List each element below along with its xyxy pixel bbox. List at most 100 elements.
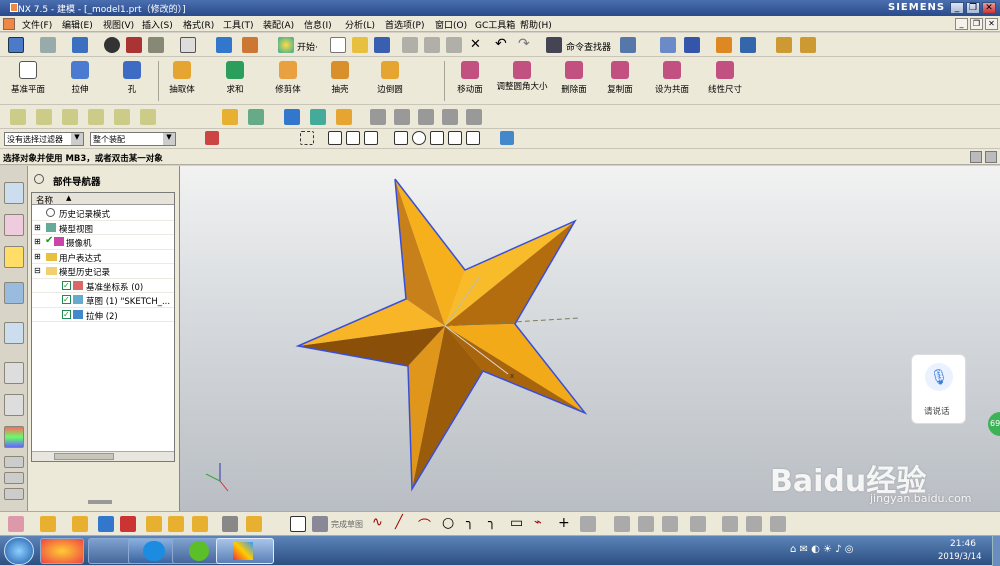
show-desktop-button[interactable] [992, 536, 1000, 566]
menu-assembly[interactable]: 装配(A) [263, 18, 294, 31]
corner-icon[interactable] [662, 516, 678, 532]
trim-body-button[interactable]: 修剪体 [268, 59, 308, 103]
minimize-button[interactable]: _ [950, 2, 964, 14]
sketch-icon[interactable] [290, 516, 306, 532]
shaded-icon[interactable] [148, 37, 164, 53]
rectangle-icon[interactable]: ▭ [510, 515, 523, 531]
copy-face-button[interactable]: 复制面 [600, 59, 640, 103]
dimension-icon[interactable] [722, 516, 738, 532]
open-folder-icon[interactable] [352, 37, 368, 53]
assembly-icon[interactable] [660, 37, 676, 53]
snap-curve-icon[interactable] [466, 131, 480, 145]
paste-icon[interactable] [446, 37, 462, 53]
line-icon[interactable]: ╱ [395, 515, 403, 530]
taskbar-app-icon[interactable] [40, 538, 84, 564]
resource-scroll[interactable] [4, 472, 24, 484]
clock-date[interactable]: 2019/3/14 [938, 552, 982, 562]
cue-toggle-icon[interactable] [970, 151, 982, 163]
menu-file[interactable]: 文件(F) [22, 18, 52, 31]
assembly-navigator-tab[interactable] [4, 182, 24, 204]
snap-point-icon[interactable] [205, 131, 219, 145]
snap-intersect-icon[interactable] [394, 131, 408, 145]
snap-quadrant-icon[interactable] [430, 131, 444, 145]
menu-icon[interactable] [8, 37, 24, 53]
start-icon[interactable] [278, 37, 294, 53]
tree-row-model-history[interactable]: ⊟ 模型历史记录 [32, 264, 174, 279]
menu-tools[interactable]: 工具(T) [223, 18, 254, 31]
dimension-icon[interactable] [746, 516, 762, 532]
clock-time[interactable]: 21:46 [950, 539, 976, 549]
resource-scroll[interactable] [4, 488, 24, 500]
column-header-name[interactable]: 名称 ▲ [32, 193, 174, 206]
sync-icon[interactable] [284, 109, 300, 125]
disabled-tool-icon[interactable] [442, 109, 458, 125]
section-view-icon[interactable] [126, 37, 142, 53]
layer-icon[interactable] [40, 37, 56, 53]
horizontal-scrollbar[interactable] [32, 451, 174, 461]
collapse-minus-icon[interactable]: ⊟ [34, 266, 41, 275]
sync-icon[interactable] [336, 109, 352, 125]
assembly-tool-icon[interactable] [146, 516, 162, 532]
cue-toggle-icon[interactable] [985, 151, 997, 163]
polygon-icon[interactable]: ⌁ [534, 515, 542, 530]
extrude-button[interactable]: 拉伸 [60, 59, 100, 103]
menu-format[interactable]: 格式(R) [183, 18, 214, 31]
assembly-tool-icon[interactable] [222, 516, 238, 532]
menu-preferences[interactable]: 首选项(P) [385, 18, 424, 31]
arc-icon[interactable]: ⌒ [418, 515, 431, 534]
view-cube-icon[interactable] [72, 37, 88, 53]
menu-info[interactable]: 信息(I) [304, 18, 332, 31]
snap-point-on-icon[interactable] [448, 131, 462, 145]
graphics-window[interactable]: x 🎙 请说话 69 Baidu经验 jingyan.baidu.com [180, 166, 1000, 511]
chamfer-icon[interactable]: ╮ [488, 515, 496, 530]
pin-icon[interactable] [34, 174, 44, 184]
fillet-icon[interactable]: ╮ [466, 515, 474, 530]
delete-icon[interactable]: ✕ [470, 37, 481, 52]
hole-button[interactable]: 孔 [112, 59, 152, 103]
datum-plane-button[interactable]: 基准平面 [8, 59, 48, 103]
tree-row-datum-csys[interactable]: ✓ 基准坐标系 (0) [32, 279, 174, 293]
nx-menu-icon[interactable] [3, 18, 15, 30]
play-icon[interactable] [740, 37, 756, 53]
expand-plus-icon[interactable]: ⊞ [34, 223, 41, 232]
disabled-tool-icon[interactable] [370, 109, 386, 125]
curve-tool-icon[interactable] [88, 109, 104, 125]
doc-restore-button[interactable]: ❐ [970, 18, 983, 30]
menu-edit[interactable]: 编辑(E) [62, 18, 93, 31]
edge-blend-button[interactable]: 边倒圆 [370, 59, 410, 103]
checkbox-checked[interactable]: ✓ [62, 309, 71, 319]
history-tab[interactable] [4, 362, 24, 384]
tool-icon[interactable] [684, 37, 700, 53]
disabled-tool-icon[interactable] [418, 109, 434, 125]
command-finder-icon[interactable] [546, 37, 562, 53]
start-menu-button[interactable]: 开始· [297, 40, 318, 53]
profile-icon[interactable]: ∿ [372, 515, 383, 530]
curve-tool-icon[interactable] [36, 109, 52, 125]
undo-icon[interactable]: ↶ [495, 36, 507, 52]
start-button[interactable] [4, 537, 34, 565]
close-button[interactable]: ✕ [982, 2, 996, 14]
tree-row-expressions[interactable]: ⊞ 用户表达式 [32, 250, 174, 264]
finish-sketch-icon[interactable] [312, 516, 328, 532]
scope-select[interactable]: 整个装配 ▼ [90, 132, 176, 146]
assembly-tool-icon[interactable] [168, 516, 184, 532]
assembly-tool-icon[interactable] [8, 516, 24, 532]
delete-face-button[interactable]: 删除面 [554, 59, 594, 103]
system-materials-tab[interactable] [4, 394, 24, 416]
unite-button[interactable]: 求和 [215, 59, 255, 103]
menu-window[interactable]: 窗口(O) [435, 18, 467, 31]
command-finder-button[interactable]: 命令查找器 [566, 40, 611, 53]
edit-icon[interactable] [248, 109, 264, 125]
disabled-tool-icon[interactable] [466, 109, 482, 125]
menu-help[interactable]: 帮助(H) [520, 18, 552, 31]
render-style-icon[interactable] [104, 37, 120, 53]
copy-icon[interactable] [424, 37, 440, 53]
doc-close-button[interactable]: ✕ [985, 18, 998, 30]
make-coplanar-button[interactable]: 设为共面 [652, 59, 692, 103]
analysis-icon[interactable] [716, 37, 732, 53]
expand-plus-icon[interactable]: ⊞ [34, 252, 41, 261]
taskbar-nx-icon[interactable] [216, 538, 274, 564]
resize-blend-button[interactable]: 调整圆角大小 [496, 59, 548, 103]
tree-row-cameras[interactable]: ⊞ ✔ 摄像机 [32, 235, 174, 250]
curve-tool-icon[interactable] [140, 109, 156, 125]
